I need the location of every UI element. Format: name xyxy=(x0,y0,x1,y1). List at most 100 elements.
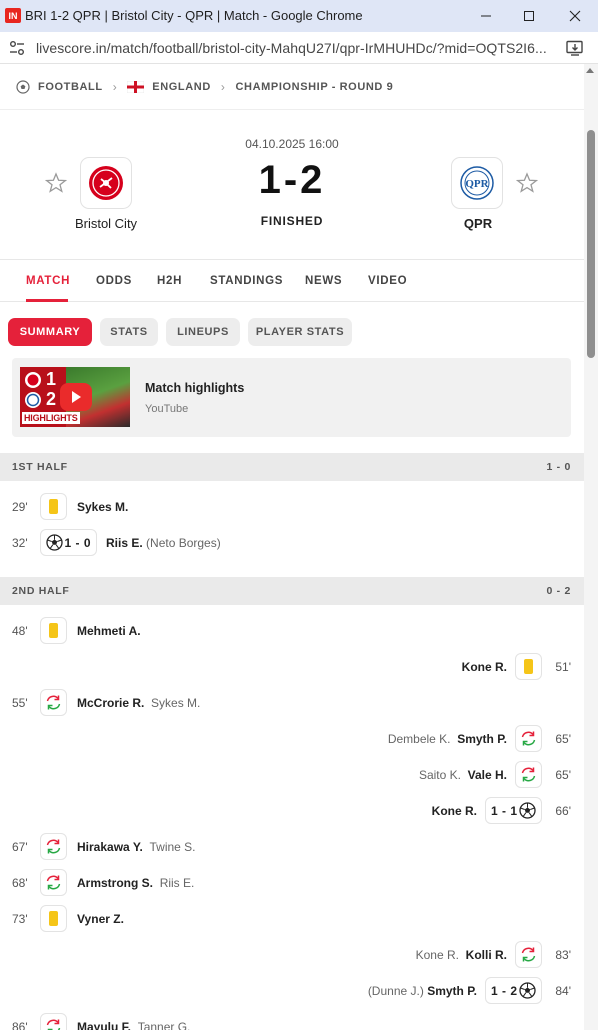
yellow-card-icon xyxy=(40,905,67,932)
player-out[interactable]: Twine S. xyxy=(150,840,196,854)
away-team-crest[interactable]: QPR xyxy=(451,157,503,209)
breadcrumb-league-label: CHAMPIONSHIP - ROUND 9 xyxy=(235,80,394,93)
event-assist[interactable]: (Neto Borges) xyxy=(146,536,221,550)
highlights-title[interactable]: Match highlights xyxy=(145,381,244,395)
goal-running-score: 1 - 0 xyxy=(64,535,91,550)
address-bar: livescore.in/match/football/bristol-city… xyxy=(0,32,598,64)
tab-odds[interactable]: ODDS xyxy=(96,260,132,302)
substitution-icon xyxy=(515,761,542,788)
match-tabs: MATCH ODDS H2H STANDINGS NEWS VIDEO xyxy=(0,260,584,302)
goal-score-box: 1 - 1 xyxy=(485,797,542,824)
highlights-source: YouTube xyxy=(145,403,189,415)
goal-running-score: 1 - 2 xyxy=(491,983,518,998)
yellow-card-icon xyxy=(40,617,67,644)
play-button[interactable] xyxy=(60,383,92,411)
breadcrumb-league[interactable]: CHAMPIONSHIP - ROUND 9 xyxy=(236,81,394,93)
site-info-icon[interactable] xyxy=(8,40,26,56)
player-in[interactable]: Hirakawa Y. xyxy=(77,840,143,854)
subtab-lineups[interactable]: LINEUPS xyxy=(166,318,240,346)
highlights-thumbnail[interactable]: 1 2 HIGHLIGHTS xyxy=(20,367,130,427)
subtab-summary[interactable]: SUMMARY xyxy=(8,318,92,346)
second-half-header: 2ND HALF 0 - 2 xyxy=(0,577,584,605)
scroll-up-arrow-icon[interactable] xyxy=(586,68,594,73)
player-out[interactable]: Riis E. xyxy=(160,876,195,890)
breadcrumb-england[interactable]: ENGLAND xyxy=(127,80,211,93)
event-row: 65' Dembele K. Smyth P. xyxy=(0,721,584,757)
tab-standings[interactable]: STANDINGS xyxy=(210,260,283,302)
yellow-card-icon xyxy=(40,493,67,520)
event-row: 29' Sykes M. xyxy=(0,489,584,525)
match-highlights-card[interactable]: 1 2 HIGHLIGHTS Match highlights YouTube xyxy=(12,358,571,437)
close-icon xyxy=(569,10,581,22)
match-datetime: 04.10.2025 16:00 xyxy=(245,137,339,151)
close-button[interactable] xyxy=(563,4,587,28)
football-icon xyxy=(16,79,30,94)
event-row: 67' Hirakawa Y. Twine S. xyxy=(0,829,584,865)
summary-subtabs: SUMMARY STATS LINEUPS PLAYER STATS xyxy=(0,302,584,358)
player-out[interactable]: Kone R. xyxy=(416,948,459,962)
player-out[interactable]: Dembele K. xyxy=(388,732,451,746)
event-player[interactable]: Vyner Z. xyxy=(77,912,124,926)
second-half-score: 0 - 2 xyxy=(546,585,571,597)
tab-match[interactable]: MATCH xyxy=(26,260,70,302)
event-row: 83' Kone R. Kolli R. xyxy=(0,937,584,973)
player-in[interactable]: Mayulu F. xyxy=(77,1020,131,1030)
page-content: FOOTBALL › ENGLAND › CHAMPIONSHIP - ROUN… xyxy=(0,64,584,1030)
install-app-icon[interactable] xyxy=(566,40,584,56)
thumb-home-score: 1 xyxy=(46,369,57,389)
substitution-icon xyxy=(40,1013,67,1030)
livescore-favicon-icon: IN xyxy=(5,8,21,23)
england-flag-icon xyxy=(127,80,145,93)
url-field[interactable]: livescore.in/match/football/bristol-city… xyxy=(36,40,547,56)
event-player[interactable]: Smyth P. xyxy=(427,984,477,998)
first-half-score: 1 - 0 xyxy=(546,461,571,473)
subtab-stats[interactable]: STATS xyxy=(100,318,158,346)
player-out[interactable]: Sykes M. xyxy=(151,696,200,710)
subtab-player-stats[interactable]: PLAYER STATS xyxy=(248,318,352,346)
event-minute: 73' xyxy=(12,912,28,926)
scrollbar-thumb[interactable] xyxy=(587,130,595,358)
event-minute: 86' xyxy=(12,1020,28,1030)
event-player[interactable]: Riis E. xyxy=(106,536,143,550)
substitution-icon xyxy=(40,689,67,716)
first-half-label: 1ST HALF xyxy=(12,461,68,473)
tab-news[interactable]: NEWS xyxy=(305,260,342,302)
player-in[interactable]: Smyth P. xyxy=(457,732,507,746)
player-out[interactable]: Tanner G. xyxy=(138,1020,191,1030)
event-row: 48' Mehmeti A. xyxy=(0,613,584,649)
yellow-card-icon xyxy=(515,653,542,680)
away-team-name[interactable]: QPR xyxy=(413,216,543,231)
event-minute: 29' xyxy=(12,500,28,514)
event-minute: 65' xyxy=(555,732,571,746)
maximize-button[interactable] xyxy=(517,4,541,28)
player-out[interactable]: Saito K. xyxy=(419,768,461,782)
favorite-away-star-icon[interactable] xyxy=(516,172,538,194)
event-row: 73' Vyner Z. xyxy=(0,901,584,937)
player-in[interactable]: Kolli R. xyxy=(466,948,507,962)
event-player[interactable]: Kone R. xyxy=(462,660,507,674)
goal-score-box: 1 - 2 xyxy=(485,977,542,1004)
player-in[interactable]: Armstrong S. xyxy=(77,876,153,890)
event-row: 65' Saito K. Vale H. xyxy=(0,757,584,793)
event-row: 32' 1 - 0 Riis E. (Neto Borges) xyxy=(0,525,584,561)
event-player[interactable]: Kone R. xyxy=(432,804,477,818)
tab-h2h[interactable]: H2H xyxy=(157,260,182,302)
breadcrumb-football[interactable]: FOOTBALL xyxy=(16,79,103,94)
svg-text:QPR: QPR xyxy=(465,178,489,190)
window-title: BRI 1-2 QPR | Bristol City - QPR | Match… xyxy=(25,8,363,23)
minimize-button[interactable] xyxy=(474,4,498,28)
event-minute: 83' xyxy=(555,948,571,962)
event-minute: 84' xyxy=(555,984,571,998)
player-in[interactable]: McCrorie R. xyxy=(77,696,144,710)
goal-ball-icon xyxy=(519,982,536,999)
event-row: 55' McCrorie R. Sykes M. xyxy=(0,685,584,721)
event-player[interactable]: Sykes M. xyxy=(77,500,128,514)
window-titlebar: IN BRI 1-2 QPR | Bristol City - QPR | Ma… xyxy=(0,0,598,32)
player-in[interactable]: Vale H. xyxy=(468,768,507,782)
breadcrumb-football-label: FOOTBALL xyxy=(38,80,103,93)
tab-video[interactable]: VIDEO xyxy=(368,260,407,302)
event-minute: 51' xyxy=(555,660,571,674)
event-assist[interactable]: (Dunne J.) xyxy=(368,984,424,998)
event-player[interactable]: Mehmeti A. xyxy=(77,624,141,638)
event-minute: 48' xyxy=(12,624,28,638)
